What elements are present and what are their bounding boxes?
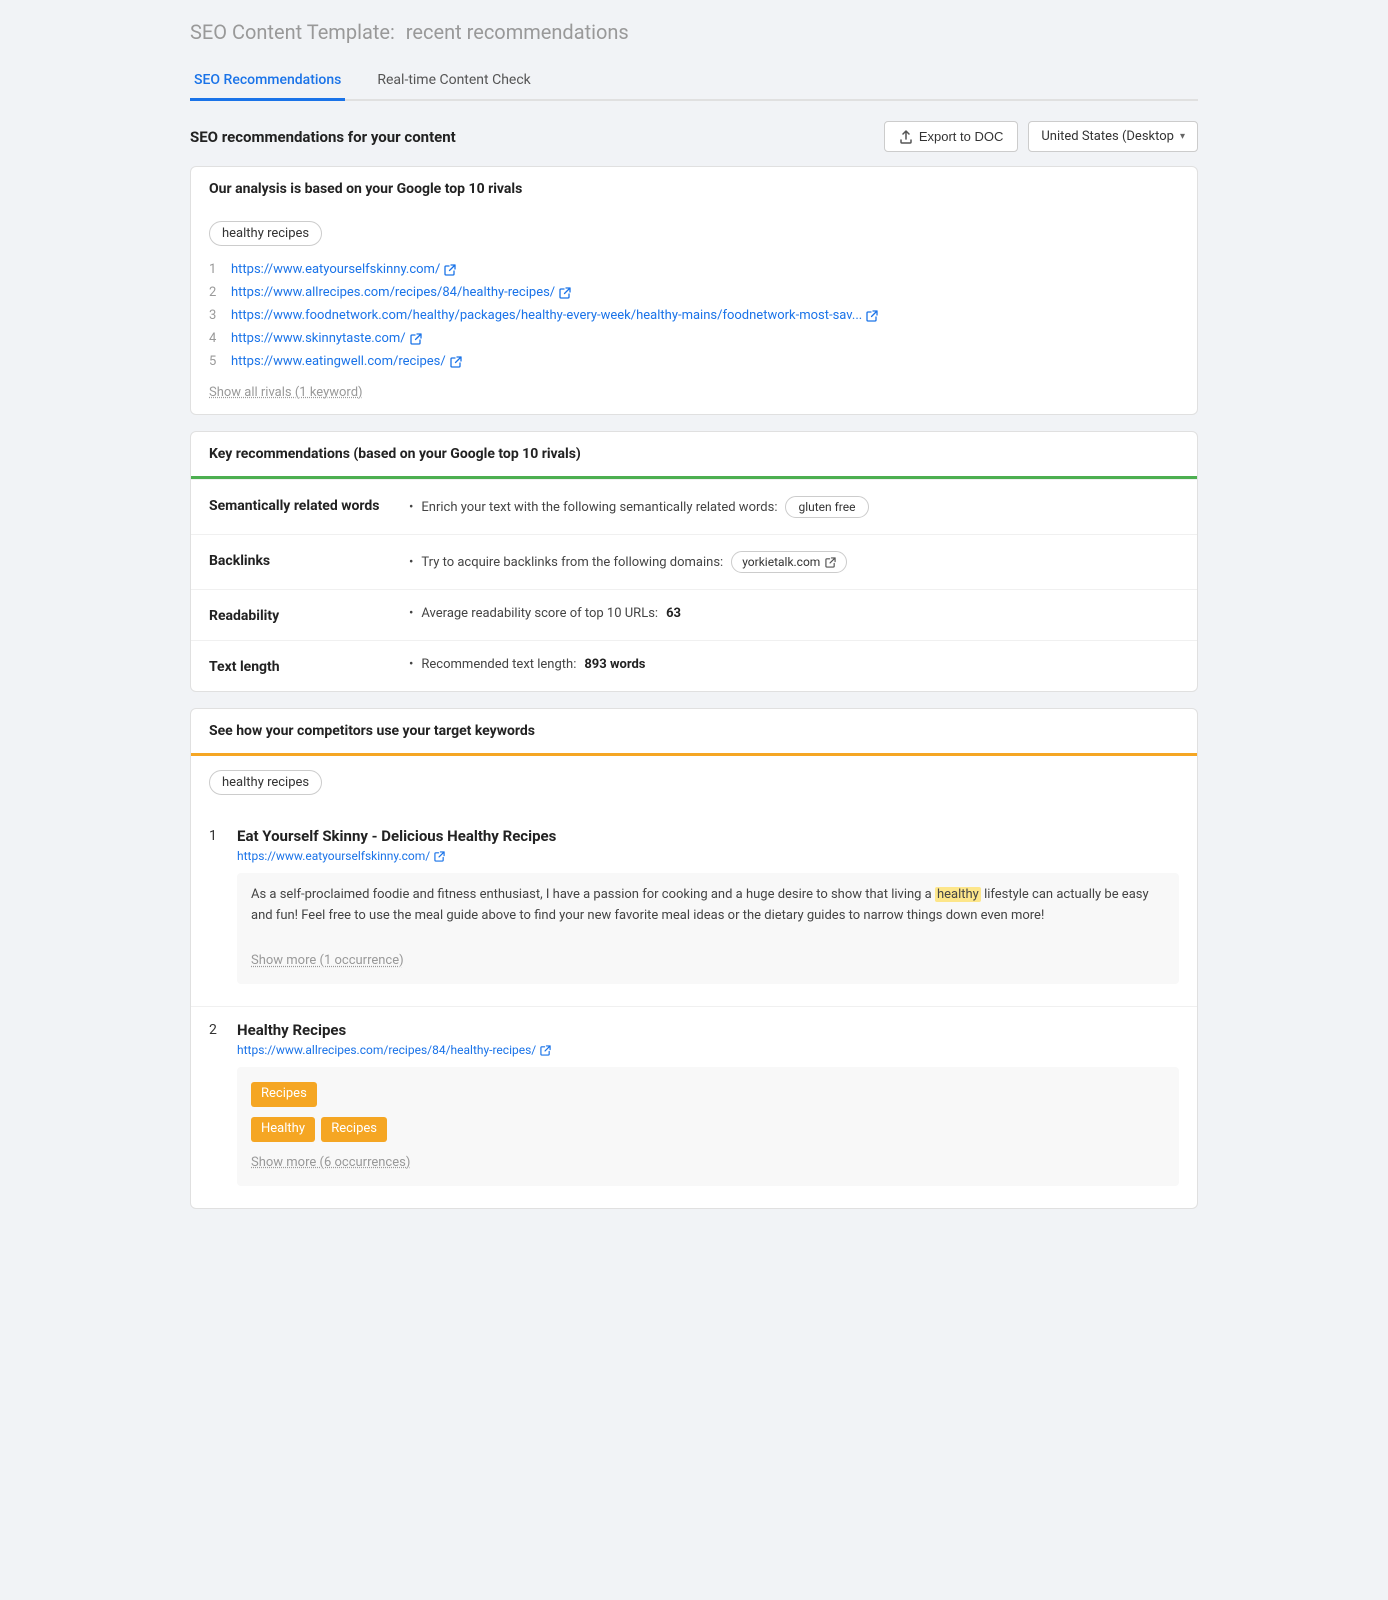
upload-icon [899, 130, 913, 144]
bullet-icon: • [409, 657, 413, 672]
comp-url-text-2: https://www.allrecipes.com/recipes/84/he… [237, 1043, 536, 1057]
key-recommendations-card: Key recommendations (based on your Googl… [190, 431, 1198, 692]
semantic-tag: gluten free [785, 496, 868, 518]
rec-content-readability: • Average readability score of top 10 UR… [409, 606, 1179, 621]
backlinks-bullet-text: Try to acquire backlinks from the follow… [421, 555, 723, 570]
comp-title-2: Healthy Recipes [237, 1021, 346, 1039]
bullet-icon: • [409, 500, 413, 515]
keyword-tag-healthy: Healthy [251, 1117, 315, 1142]
show-more-link-1[interactable]: Show more (1 occurrence) [251, 951, 404, 972]
rec-content-textlength: • Recommended text length: 893 words [409, 657, 1179, 672]
tab-realtime-check[interactable]: Real-time Content Check [373, 62, 534, 101]
comp-num: 2 [209, 1021, 225, 1038]
external-link-icon [450, 356, 462, 368]
competitors-section: healthy recipes [191, 756, 1197, 813]
rec-row-backlinks: Backlinks • Try to acquire backlinks fro… [191, 535, 1197, 590]
show-all-rivals-link[interactable]: Show all rivals (1 keyword) [209, 385, 363, 400]
textlength-bullet-text: Recommended text length: [421, 657, 576, 672]
key-rec-header: Key recommendations (based on your Googl… [191, 432, 1197, 479]
title-prefix: SEO Content Template: [190, 20, 395, 44]
list-item: 5 https://www.eatingwell.com/recipes/ [209, 350, 1179, 373]
comp-excerpt-2: Recipes Healthy Recipes Show more (6 occ… [237, 1067, 1179, 1185]
comp-url-text-1: https://www.eatyourselfskinny.com/ [237, 849, 430, 863]
rec-content-backlinks: • Try to acquire backlinks from the foll… [409, 551, 1179, 573]
comp-url-1[interactable]: https://www.eatyourselfskinny.com/ [237, 849, 1179, 863]
location-selector[interactable]: United States (Desktop ▾ [1028, 121, 1198, 152]
domain-name: yorkietalk.com [742, 555, 820, 569]
location-label: United States (Desktop [1041, 129, 1174, 144]
external-link-icon [866, 310, 878, 322]
rival-link-2[interactable]: https://www.allrecipes.com/recipes/84/he… [231, 285, 571, 300]
rec-content-semantic: • Enrich your text with the following se… [409, 496, 1179, 518]
content-header: SEO recommendations for your content Exp… [190, 121, 1198, 152]
comp-num-title-1: 1 Eat Yourself Skinny - Delicious Health… [209, 827, 1179, 845]
rec-row-readability: Readability • Average readability score … [191, 590, 1197, 641]
comp-num-title-2: 2 Healthy Recipes [209, 1021, 1179, 1039]
keyword-tag-recipes: Recipes [251, 1082, 317, 1107]
rec-label-textlength: Text length [209, 657, 409, 675]
list-item: 4 https://www.skinnytaste.com/ [209, 327, 1179, 350]
header-controls: Export to DOC United States (Desktop ▾ [884, 121, 1198, 152]
rival-link-5[interactable]: https://www.eatingwell.com/recipes/ [231, 354, 462, 369]
page-title: SEO Content Template: recent recommendat… [190, 20, 1198, 44]
rec-label-backlinks: Backlinks [209, 551, 409, 569]
section-title: SEO recommendations for your content [190, 128, 456, 146]
external-link-icon [444, 264, 456, 276]
title-suffix: recent recommendations [406, 20, 629, 44]
external-link-icon [825, 557, 836, 568]
competitors-card: See how your competitors use your target… [190, 708, 1198, 1209]
rival-link-3[interactable]: https://www.foodnetwork.com/healthy/pack… [231, 308, 878, 323]
comp-excerpt-1: As a self-proclaimed foodie and fitness … [237, 873, 1179, 984]
rivals-header-text: Our analysis is based on your Google top… [209, 181, 522, 197]
keyword-tag-recipes-2: Recipes [321, 1117, 387, 1142]
rival-link-1[interactable]: https://www.eatyourselfskinny.com/ [231, 262, 456, 277]
readability-value: 63 [666, 606, 681, 621]
show-more-link-2[interactable]: Show more (6 occurrences) [251, 1153, 410, 1174]
keyword-badge-rivals: healthy recipes [209, 221, 322, 246]
external-link-icon [434, 851, 445, 862]
semantic-bullet-text: Enrich your text with the following sema… [421, 500, 777, 515]
comp-num: 1 [209, 827, 225, 844]
external-link-icon [540, 1045, 551, 1056]
readability-bullet-text: Average readability score of top 10 URLs… [421, 606, 658, 621]
rec-row-semantic: Semantically related words • Enrich your… [191, 480, 1197, 535]
rival-link-4[interactable]: https://www.skinnytaste.com/ [231, 331, 422, 346]
list-item: 2 https://www.allrecipes.com/recipes/84/… [209, 281, 1179, 304]
competitor-item-2: 2 Healthy Recipes https://www.allrecipes… [191, 1007, 1197, 1207]
key-rec-body: Semantically related words • Enrich your… [191, 479, 1197, 691]
keyword-badge-competitors: healthy recipes [209, 770, 322, 795]
tab-seo-recommendations[interactable]: SEO Recommendations [190, 62, 345, 101]
list-item: 3 https://www.foodnetwork.com/healthy/pa… [209, 304, 1179, 327]
competitor-item-1: 1 Eat Yourself Skinny - Delicious Health… [191, 813, 1197, 1007]
list-item: 1 https://www.eatyourselfskinny.com/ [209, 258, 1179, 281]
rivals-card: Our analysis is based on your Google top… [190, 166, 1198, 415]
bullet-icon: • [409, 606, 413, 621]
highlight-word: healthy [935, 887, 981, 902]
export-label: Export to DOC [919, 129, 1004, 144]
external-link-icon [559, 287, 571, 299]
competitors-header: See how your competitors use your target… [191, 709, 1197, 756]
textlength-value: 893 words [584, 657, 645, 672]
chevron-down-icon: ▾ [1180, 131, 1185, 142]
external-link-icon [410, 333, 422, 345]
rivals-list: 1 https://www.eatyourselfskinny.com/ 2 h… [209, 258, 1179, 373]
rec-label-semantic: Semantically related words [209, 496, 409, 514]
domain-badge: yorkietalk.com [731, 551, 847, 573]
bullet-icon: • [409, 555, 413, 570]
rivals-section: healthy recipes 1 https://www.eatyoursel… [191, 207, 1197, 414]
comp-title-1: Eat Yourself Skinny - Delicious Healthy … [237, 827, 556, 845]
rec-row-textlength: Text length • Recommended text length: 8… [191, 641, 1197, 691]
comp-url-2[interactable]: https://www.allrecipes.com/recipes/84/he… [237, 1043, 1179, 1057]
tabs-bar: SEO Recommendations Real-time Content Ch… [190, 62, 1198, 101]
rec-label-readability: Readability [209, 606, 409, 624]
rivals-card-header: Our analysis is based on your Google top… [191, 167, 1197, 207]
export-button[interactable]: Export to DOC [884, 121, 1019, 152]
